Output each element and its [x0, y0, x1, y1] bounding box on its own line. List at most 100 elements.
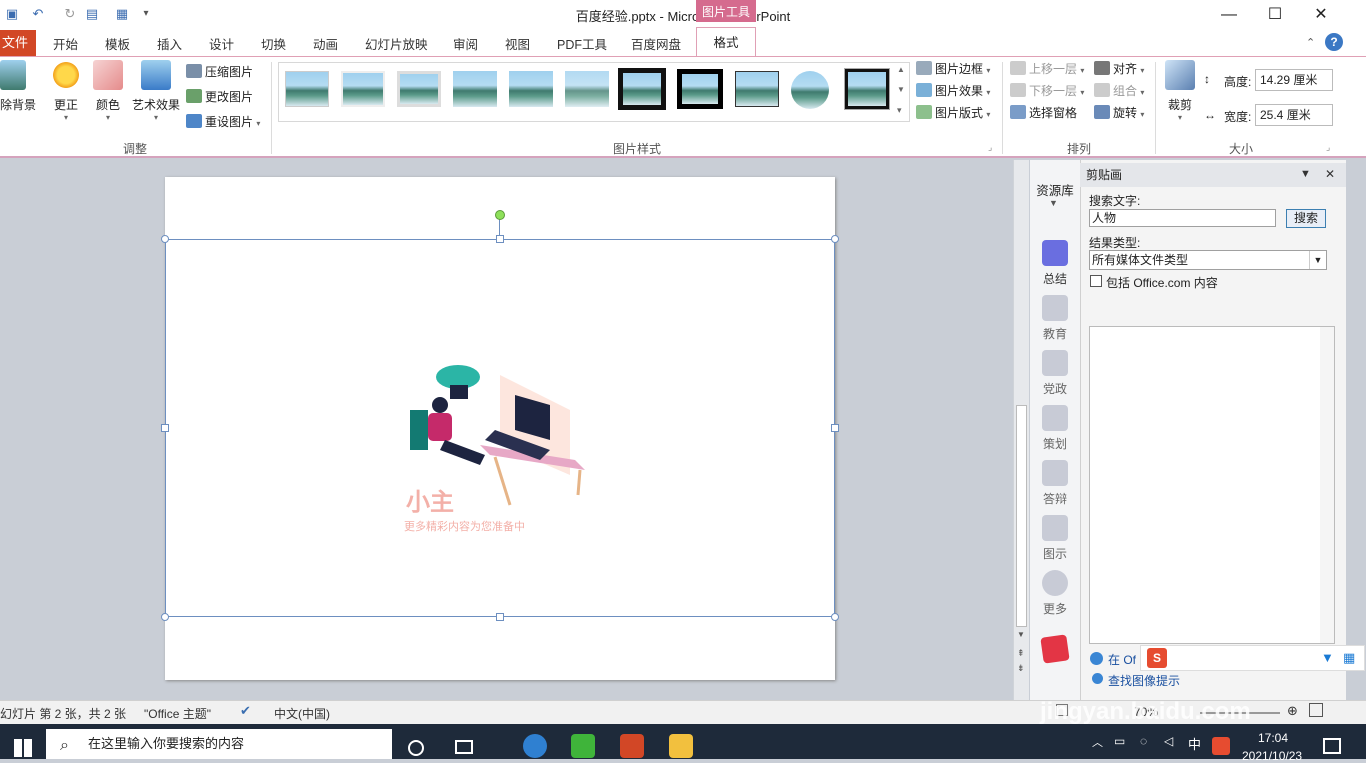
picture-effects-button[interactable]: 图片效果 ▾: [916, 81, 990, 101]
result-type-select[interactable]: 所有媒体文件类型: [1089, 250, 1327, 270]
picture-style-thumb[interactable]: [285, 71, 329, 107]
resource-government[interactable]: 党政: [1030, 350, 1080, 397]
resize-handle-left[interactable]: [161, 424, 169, 432]
tab-home[interactable]: 开始: [53, 34, 78, 53]
resource-education[interactable]: 教育: [1030, 295, 1080, 342]
cortana-icon[interactable]: [408, 740, 424, 756]
dialog-launcher-icon[interactable]: ⌟: [988, 142, 992, 153]
picture-style-thumb[interactable]: [845, 69, 889, 109]
resource-library-dropdown-icon[interactable]: ▼: [1049, 198, 1058, 208]
windows-start-icon[interactable]: [14, 739, 32, 757]
picture-style-thumb[interactable]: [453, 71, 497, 107]
tab-design[interactable]: 设计: [209, 34, 234, 53]
clock-time[interactable]: 17:04: [1258, 731, 1288, 745]
resize-handle-bottom-right[interactable]: [831, 613, 839, 621]
picture-style-thumb[interactable]: [509, 71, 553, 107]
tab-review[interactable]: 审阅: [453, 34, 478, 53]
picture-style-thumb[interactable]: [341, 71, 385, 107]
resize-handle-right[interactable]: [831, 424, 839, 432]
selection-pane-button[interactable]: 选择窗格: [1010, 103, 1077, 123]
gift-icon[interactable]: [1040, 634, 1070, 664]
include-office-checkbox[interactable]: [1090, 275, 1102, 287]
pane-close-icon[interactable]: ✕: [1325, 167, 1335, 181]
volume-icon[interactable]: ◁: [1164, 734, 1173, 748]
chevron-down-icon[interactable]: ▼: [1309, 251, 1326, 269]
resize-handle-bottom-left[interactable]: [161, 613, 169, 621]
resize-handle-bottom[interactable]: [496, 613, 504, 621]
undo-icon[interactable]: ↶: [30, 6, 46, 22]
find-images-tips-link[interactable]: 查找图像提示: [1108, 672, 1180, 689]
task-view-icon[interactable]: [455, 740, 473, 754]
picture-style-thumb[interactable]: [735, 71, 779, 107]
office-link[interactable]: 在 Of: [1108, 651, 1136, 668]
close-button[interactable]: ✕: [1298, 0, 1344, 30]
picture-style-thumb[interactable]: [677, 69, 723, 109]
scrollbar-thumb[interactable]: [1016, 405, 1027, 627]
resource-defense[interactable]: 答辩: [1030, 460, 1080, 507]
skin-icon[interactable]: ▼: [1321, 650, 1334, 665]
artistic-effects-button[interactable]: 艺术效果 ▾: [130, 60, 182, 122]
reset-picture-button[interactable]: 重设图片 ▾: [186, 112, 260, 132]
network-battery-icon[interactable]: ▭: [1114, 734, 1125, 748]
save-icon[interactable]: ▣: [4, 6, 20, 22]
clipart-results-list[interactable]: [1089, 326, 1335, 644]
width-input[interactable]: 25.4 厘米: [1255, 104, 1333, 126]
fit-to-window-icon[interactable]: [1309, 703, 1323, 717]
file-explorer-icon[interactable]: [669, 734, 693, 758]
sogou-tray-icon[interactable]: [1212, 737, 1230, 755]
resource-summary[interactable]: 总结: [1030, 240, 1080, 287]
resize-handle-top-left[interactable]: [161, 235, 169, 243]
next-slide-icon[interactable]: ⇟: [1017, 663, 1025, 674]
prev-slide-icon[interactable]: ⇞: [1017, 648, 1025, 659]
picture-style-thumb[interactable]: [791, 71, 829, 109]
remove-background-button[interactable]: 除背景: [0, 60, 36, 113]
tab-template[interactable]: 模板: [105, 34, 130, 53]
theme-name[interactable]: "Office 主题": [144, 705, 211, 722]
ie-browser-icon[interactable]: [523, 734, 547, 758]
tab-format[interactable]: 格式: [696, 27, 756, 57]
resource-diagram[interactable]: 图示: [1030, 515, 1080, 562]
wechat-icon[interactable]: [571, 734, 595, 758]
tray-overflow-icon[interactable]: ︿: [1092, 734, 1103, 750]
language[interactable]: 中文(中国): [274, 705, 330, 722]
customize-quick-access-icon[interactable]: ▾: [138, 6, 154, 22]
powerpoint-icon[interactable]: [620, 734, 644, 758]
tab-transitions[interactable]: 切换: [261, 34, 286, 53]
clipart-search-button[interactable]: 搜索: [1286, 209, 1326, 228]
tab-pdf-tools[interactable]: PDF工具: [557, 34, 607, 53]
tab-baidu-netdisk[interactable]: 百度网盘: [631, 34, 681, 53]
rotate-button[interactable]: 旋转 ▾: [1094, 103, 1144, 123]
picture-border-button[interactable]: 图片边框 ▾: [916, 59, 990, 79]
gallery-more-icon[interactable]: ▾: [897, 105, 902, 116]
clock-date[interactable]: 2021/10/23: [1242, 749, 1302, 763]
layout-icon[interactable]: ▤: [84, 6, 100, 22]
pane-options-icon[interactable]: ▼: [1300, 168, 1311, 180]
align-button[interactable]: 对齐 ▾: [1094, 59, 1144, 79]
clipart-search-input[interactable]: 人物: [1089, 209, 1276, 227]
send-backward-button[interactable]: 下移一层 ▾: [1010, 81, 1084, 101]
tab-insert[interactable]: 插入: [157, 34, 182, 53]
notification-icon[interactable]: [1323, 738, 1341, 754]
picture-layout-button[interactable]: 图片版式 ▾: [916, 103, 990, 123]
slides-icon[interactable]: ▦: [114, 6, 130, 22]
bring-forward-button[interactable]: 上移一层 ▾: [1010, 59, 1084, 79]
tab-file[interactable]: 文件: [0, 30, 36, 56]
resource-planning[interactable]: 策划: [1030, 405, 1080, 452]
rotate-handle[interactable]: [495, 210, 505, 220]
picture-style-thumb[interactable]: [618, 68, 666, 110]
wifi-icon[interactable]: ◌: [1140, 734, 1147, 748]
size-dialog-launcher-icon[interactable]: ⌟: [1326, 142, 1330, 153]
group-button[interactable]: 组合 ▾: [1094, 81, 1144, 101]
help-icon[interactable]: ?: [1325, 33, 1343, 51]
tab-animations[interactable]: 动画: [313, 34, 338, 53]
corrections-button[interactable]: 更正 ▾: [48, 60, 84, 122]
maximize-button[interactable]: ☐: [1252, 0, 1298, 30]
ime-indicator[interactable]: 中: [1188, 734, 1201, 753]
compress-pictures-button[interactable]: 压缩图片: [186, 62, 253, 82]
gallery-scroll-down-icon[interactable]: ▼: [897, 85, 905, 94]
spellcheck-icon[interactable]: ✔: [240, 703, 251, 719]
scroll-down-icon[interactable]: ▼: [1017, 630, 1025, 639]
results-scrollbar[interactable]: [1320, 327, 1334, 643]
tab-slideshow[interactable]: 幻灯片放映: [365, 34, 428, 53]
taskbar-search-box[interactable]: 在这里输入你要搜索的内容: [46, 729, 392, 759]
